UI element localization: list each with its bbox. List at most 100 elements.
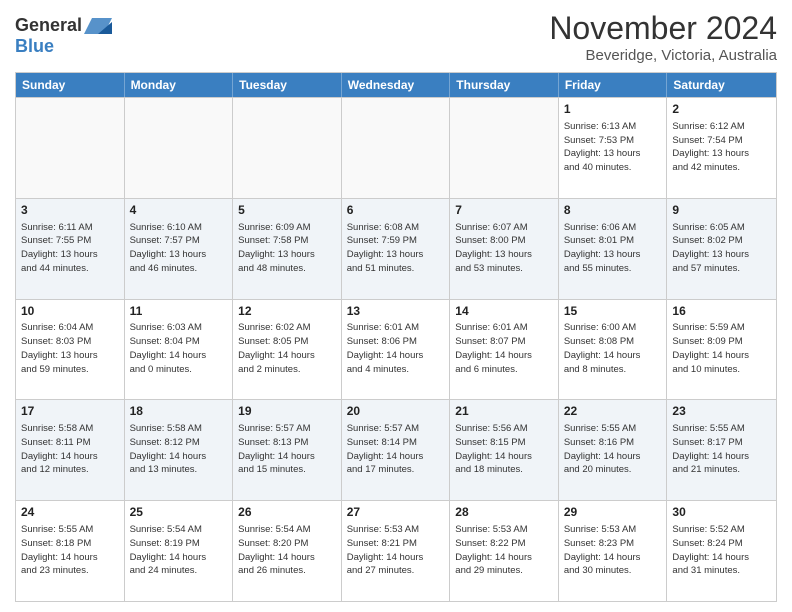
- day-number-27: 27: [347, 504, 445, 521]
- day-number-6: 6: [347, 202, 445, 219]
- calendar-cell-12: 12Sunrise: 6:02 AMSunset: 8:05 PMDayligh…: [233, 300, 342, 400]
- calendar-row-5: 24Sunrise: 5:55 AMSunset: 8:18 PMDayligh…: [16, 500, 776, 601]
- day-number-29: 29: [564, 504, 662, 521]
- day-number-3: 3: [21, 202, 119, 219]
- calendar-header: SundayMondayTuesdayWednesdayThursdayFrid…: [16, 73, 776, 97]
- calendar-row-3: 10Sunrise: 6:04 AMSunset: 8:03 PMDayligh…: [16, 299, 776, 400]
- calendar-cell-16: 16Sunrise: 5:59 AMSunset: 8:09 PMDayligh…: [667, 300, 776, 400]
- calendar-cell-empty: [450, 98, 559, 198]
- day-number-28: 28: [455, 504, 553, 521]
- calendar-cell-1: 1 Sunrise: 6:13 AMSunset: 7:53 PMDaylight…: [559, 98, 668, 198]
- calendar-cell-7: 7 Sunrise: 6:07 AMSunset: 8:00 PMDaylight…: [450, 199, 559, 299]
- cell-info-1: Sunrise: 6:13 AMSunset: 7:53 PMDaylight:…: [564, 120, 662, 175]
- header: General Blue November 2024 Beveridge, Vi…: [15, 10, 777, 64]
- day-number-24: 24: [21, 504, 119, 521]
- cell-info-15: Sunrise: 6:00 AMSunset: 8:08 PMDaylight:…: [564, 321, 662, 376]
- cell-info-7: Sunrise: 6:07 AMSunset: 8:00 PMDaylight:…: [455, 221, 553, 276]
- cell-info-22: Sunrise: 5:55 AMSunset: 8:16 PMDaylight:…: [564, 422, 662, 477]
- header-day-friday: Friday: [559, 73, 668, 97]
- cell-info-11: Sunrise: 6:03 AMSunset: 8:04 PMDaylight:…: [130, 321, 228, 376]
- cell-info-19: Sunrise: 5:57 AMSunset: 8:13 PMDaylight:…: [238, 422, 336, 477]
- header-day-sunday: Sunday: [16, 73, 125, 97]
- cell-info-27: Sunrise: 5:53 AMSunset: 8:21 PMDaylight:…: [347, 523, 445, 578]
- calendar-cell-13: 13Sunrise: 6:01 AMSunset: 8:06 PMDayligh…: [342, 300, 451, 400]
- calendar-cell-4: 4 Sunrise: 6:10 AMSunset: 7:57 PMDaylight…: [125, 199, 234, 299]
- cell-info-9: Sunrise: 6:05 AMSunset: 8:02 PMDaylight:…: [672, 221, 771, 276]
- calendar-cell-24: 24Sunrise: 5:55 AMSunset: 8:18 PMDayligh…: [16, 501, 125, 601]
- calendar-cell-23: 23 Sunrise: 5:55 AMSunset: 8:17 PMDayligh…: [667, 400, 776, 500]
- calendar-cell-15: 15Sunrise: 6:00 AMSunset: 8:08 PMDayligh…: [559, 300, 668, 400]
- logo-text: General: [15, 14, 112, 36]
- day-number-16: 16: [672, 303, 771, 320]
- day-number-22: 22: [564, 403, 662, 420]
- day-number-17: 17: [21, 403, 119, 420]
- day-number-13: 13: [347, 303, 445, 320]
- calendar-cell-18: 18 Sunrise: 5:58 AMSunset: 8:12 PMDayligh…: [125, 400, 234, 500]
- calendar-row-2: 3 Sunrise: 6:11 AMSunset: 7:55 PMDaylight…: [16, 198, 776, 299]
- calendar-cell-5: 5 Sunrise: 6:09 AMSunset: 7:58 PMDaylight…: [233, 199, 342, 299]
- day-number-10: 10: [21, 303, 119, 320]
- cell-info-4: Sunrise: 6:10 AMSunset: 7:57 PMDaylight:…: [130, 221, 228, 276]
- day-number-20: 20: [347, 403, 445, 420]
- day-number-7: 7: [455, 202, 553, 219]
- calendar-cell-19: 19 Sunrise: 5:57 AMSunset: 8:13 PMDayligh…: [233, 400, 342, 500]
- day-number-2: 2: [672, 101, 771, 118]
- day-number-14: 14: [455, 303, 553, 320]
- cell-info-10: Sunrise: 6:04 AMSunset: 8:03 PMDaylight:…: [21, 321, 119, 376]
- calendar-cell-30: 30 Sunrise: 5:52 AMSunset: 8:24 PMDayligh…: [667, 501, 776, 601]
- calendar-cell-29: 29 Sunrise: 5:53 AMSunset: 8:23 PMDayligh…: [559, 501, 668, 601]
- day-number-26: 26: [238, 504, 336, 521]
- logo-general: General: [15, 15, 82, 36]
- cell-info-23: Sunrise: 5:55 AMSunset: 8:17 PMDaylight:…: [672, 422, 771, 477]
- day-number-19: 19: [238, 403, 336, 420]
- day-number-30: 30: [672, 504, 771, 521]
- calendar-cell-21: 21Sunrise: 5:56 AMSunset: 8:15 PMDayligh…: [450, 400, 559, 500]
- page: General Blue November 2024 Beveridge, Vi…: [0, 0, 792, 612]
- cell-info-30: Sunrise: 5:52 AMSunset: 8:24 PMDaylight:…: [672, 523, 771, 578]
- calendar-cell-25: 25Sunrise: 5:54 AMSunset: 8:19 PMDayligh…: [125, 501, 234, 601]
- day-number-1: 1: [564, 101, 662, 118]
- day-number-12: 12: [238, 303, 336, 320]
- location: Beveridge, Victoria, Australia: [549, 47, 777, 64]
- cell-info-25: Sunrise: 5:54 AMSunset: 8:19 PMDaylight:…: [130, 523, 228, 578]
- calendar: SundayMondayTuesdayWednesdayThursdayFrid…: [15, 72, 777, 602]
- month-title: November 2024: [549, 10, 777, 47]
- day-number-4: 4: [130, 202, 228, 219]
- calendar-cell-2: 2 Sunrise: 6:12 AMSunset: 7:54 PMDaylight…: [667, 98, 776, 198]
- calendar-row-4: 17 Sunrise: 5:58 AMSunset: 8:11 PMDayligh…: [16, 399, 776, 500]
- cell-info-14: Sunrise: 6:01 AMSunset: 8:07 PMDaylight:…: [455, 321, 553, 376]
- calendar-cell-8: 8Sunrise: 6:06 AMSunset: 8:01 PMDaylight…: [559, 199, 668, 299]
- cell-info-29: Sunrise: 5:53 AMSunset: 8:23 PMDaylight:…: [564, 523, 662, 578]
- calendar-cell-17: 17 Sunrise: 5:58 AMSunset: 8:11 PMDayligh…: [16, 400, 125, 500]
- calendar-cell-empty: [342, 98, 451, 198]
- cell-info-20: Sunrise: 5:57 AMSunset: 8:14 PMDaylight:…: [347, 422, 445, 477]
- day-number-8: 8: [564, 202, 662, 219]
- day-number-23: 23: [672, 403, 771, 420]
- cell-info-2: Sunrise: 6:12 AMSunset: 7:54 PMDaylight:…: [672, 120, 771, 175]
- cell-info-21: Sunrise: 5:56 AMSunset: 8:15 PMDaylight:…: [455, 422, 553, 477]
- cell-info-18: Sunrise: 5:58 AMSunset: 8:12 PMDaylight:…: [130, 422, 228, 477]
- header-day-wednesday: Wednesday: [342, 73, 451, 97]
- calendar-cell-28: 28 Sunrise: 5:53 AMSunset: 8:22 PMDayligh…: [450, 501, 559, 601]
- header-day-saturday: Saturday: [667, 73, 776, 97]
- calendar-cell-3: 3 Sunrise: 6:11 AMSunset: 7:55 PMDaylight…: [16, 199, 125, 299]
- logo-blue-text: Blue: [15, 36, 54, 57]
- calendar-cell-10: 10Sunrise: 6:04 AMSunset: 8:03 PMDayligh…: [16, 300, 125, 400]
- calendar-cell-9: 9Sunrise: 6:05 AMSunset: 8:02 PMDaylight…: [667, 199, 776, 299]
- header-day-monday: Monday: [125, 73, 234, 97]
- calendar-row-1: 1 Sunrise: 6:13 AMSunset: 7:53 PMDaylight…: [16, 97, 776, 198]
- cell-info-3: Sunrise: 6:11 AMSunset: 7:55 PMDaylight:…: [21, 221, 119, 276]
- cell-info-28: Sunrise: 5:53 AMSunset: 8:22 PMDaylight:…: [455, 523, 553, 578]
- day-number-5: 5: [238, 202, 336, 219]
- header-day-thursday: Thursday: [450, 73, 559, 97]
- day-number-18: 18: [130, 403, 228, 420]
- cell-info-13: Sunrise: 6:01 AMSunset: 8:06 PMDaylight:…: [347, 321, 445, 376]
- calendar-cell-20: 20 Sunrise: 5:57 AMSunset: 8:14 PMDayligh…: [342, 400, 451, 500]
- calendar-body: 1 Sunrise: 6:13 AMSunset: 7:53 PMDaylight…: [16, 97, 776, 601]
- calendar-cell-6: 6Sunrise: 6:08 AMSunset: 7:59 PMDaylight…: [342, 199, 451, 299]
- day-number-15: 15: [564, 303, 662, 320]
- logo-icon: [84, 14, 112, 36]
- cell-info-17: Sunrise: 5:58 AMSunset: 8:11 PMDaylight:…: [21, 422, 119, 477]
- cell-info-5: Sunrise: 6:09 AMSunset: 7:58 PMDaylight:…: [238, 221, 336, 276]
- calendar-cell-11: 11Sunrise: 6:03 AMSunset: 8:04 PMDayligh…: [125, 300, 234, 400]
